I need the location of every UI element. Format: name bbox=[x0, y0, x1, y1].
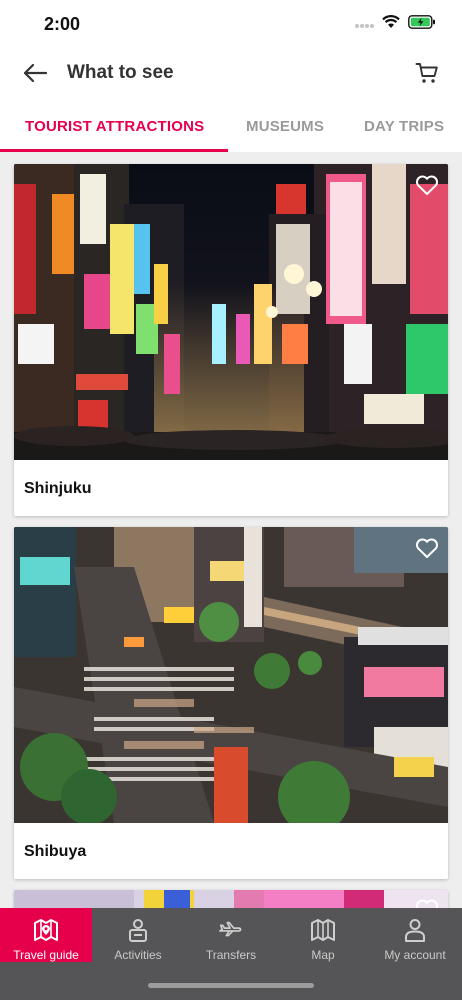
nav-travel-guide[interactable]: Travel guide bbox=[0, 908, 92, 962]
status-time: 2:00 bbox=[44, 14, 81, 34]
cart-button[interactable] bbox=[412, 60, 442, 90]
plane-icon bbox=[218, 917, 244, 943]
battery-icon bbox=[408, 15, 436, 34]
card-title: Shibuya bbox=[24, 843, 87, 860]
ticket-person-icon bbox=[125, 917, 151, 943]
bottom-navigation: Travel guide Activities Transfers Map My… bbox=[0, 908, 462, 1000]
heart-icon bbox=[414, 535, 440, 561]
favorite-button[interactable] bbox=[414, 535, 440, 561]
nav-label: Travel guide bbox=[13, 948, 79, 962]
tab-tourist-attractions[interactable]: TOURIST ATTRACTIONS bbox=[25, 104, 204, 152]
nav-map[interactable]: Map bbox=[277, 908, 369, 962]
heart-icon bbox=[414, 896, 440, 908]
favorite-button[interactable] bbox=[414, 896, 440, 908]
back-button[interactable] bbox=[18, 60, 52, 90]
wifi-icon bbox=[382, 15, 400, 34]
cellular-signal-icon bbox=[354, 16, 374, 34]
favorite-button[interactable] bbox=[414, 172, 440, 198]
status-icons bbox=[354, 15, 436, 34]
attractions-list[interactable]: Shinjuku Shibuya bbox=[0, 152, 462, 908]
page-title: What to see bbox=[67, 62, 174, 83]
heart-icon bbox=[414, 172, 440, 198]
user-icon bbox=[402, 917, 428, 943]
tab-museums[interactable]: MUSEUMS bbox=[246, 104, 324, 152]
status-bar: 2:00 bbox=[0, 0, 462, 48]
nav-label: Map bbox=[311, 948, 335, 962]
attraction-card-partial[interactable] bbox=[14, 890, 448, 908]
header: What to see bbox=[0, 48, 462, 104]
shibuya-photo bbox=[14, 527, 448, 823]
nav-activities[interactable]: Activities bbox=[92, 908, 184, 962]
attraction-card-shinjuku[interactable]: Shinjuku bbox=[14, 164, 448, 516]
category-tabs: TOURIST ATTRACTIONS MUSEUMS DAY TRIPS bbox=[0, 104, 462, 152]
shinjuku-photo bbox=[14, 164, 448, 460]
nav-label: Activities bbox=[114, 948, 162, 962]
nav-my-account[interactable]: My account bbox=[369, 908, 461, 962]
back-arrow-icon bbox=[22, 63, 48, 88]
home-indicator bbox=[148, 983, 314, 988]
partial-card-photo bbox=[14, 890, 448, 908]
map-icon bbox=[310, 917, 336, 943]
guide-map-icon bbox=[33, 917, 59, 943]
tab-day-trips[interactable]: DAY TRIPS bbox=[364, 104, 444, 152]
nav-label: My account bbox=[384, 948, 446, 962]
nav-label: Transfers bbox=[205, 948, 257, 962]
cart-icon bbox=[415, 61, 439, 90]
attraction-card-shibuya[interactable]: Shibuya bbox=[14, 527, 448, 879]
nav-transfers[interactable]: Transfers bbox=[185, 908, 277, 962]
card-title: Shinjuku bbox=[24, 480, 92, 497]
